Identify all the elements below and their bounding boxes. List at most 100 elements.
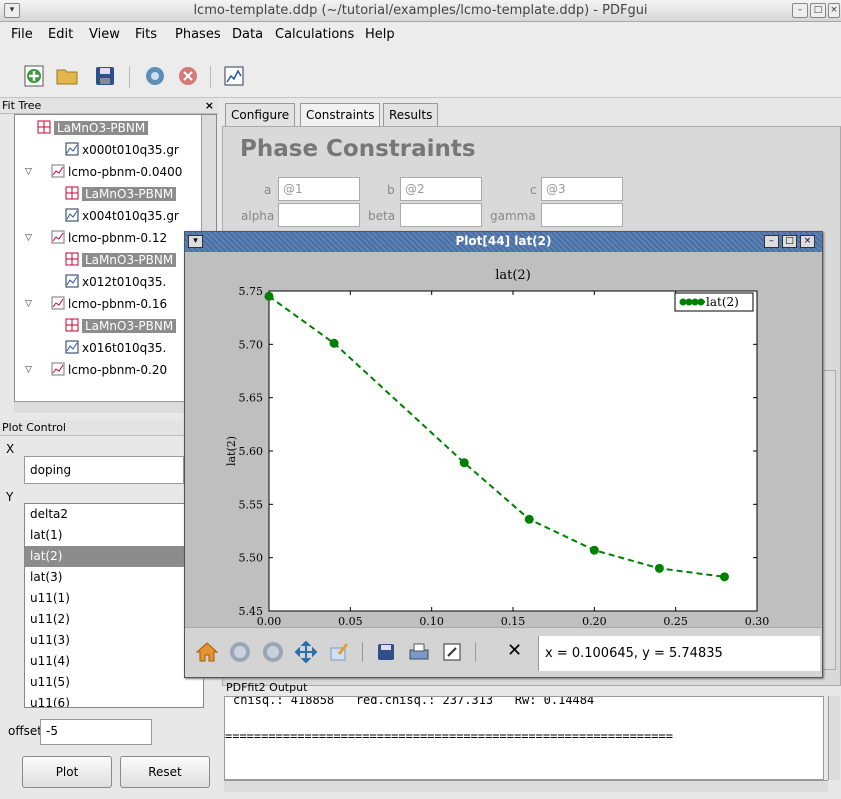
menu-file[interactable]: File [11, 27, 33, 42]
print-icon[interactable] [407, 640, 431, 664]
page-title: Phase Constraints [240, 136, 476, 162]
export-icon[interactable] [440, 640, 464, 664]
fit-tree-title: Fit Tree × [0, 98, 218, 114]
output-vertical-scrollbar[interactable] [828, 696, 840, 780]
fit-icon [51, 164, 65, 178]
window-title: lcmo-template.ddp (~/tutorial/examples/l… [193, 3, 648, 18]
list-item[interactable]: delta2 [25, 504, 203, 525]
x-axis-label: X [6, 442, 15, 456]
y-tick-label: 5.60 [239, 445, 264, 458]
legend-marker [691, 298, 699, 306]
lat2-chart[interactable]: lat(2)0.00 0.05 0.10 0.15 0.20 0.25 0.305.455.… [185, 252, 822, 627]
menu-data[interactable]: Data [232, 27, 263, 42]
y-tick-label: 5.70 [239, 338, 264, 351]
list-item[interactable]: u11(4) [25, 651, 203, 672]
tree-row-fit[interactable]: lcmo-pbnm-0.0400 [51, 161, 182, 183]
expand-triangle-icon[interactable]: ▽ [25, 299, 32, 309]
close-button[interactable]: × [828, 3, 840, 18]
tree-row-data[interactable]: x004t010q35.gr [65, 205, 179, 227]
constraint-input-b[interactable]: @2 [400, 177, 482, 201]
phase-icon [65, 252, 79, 266]
tree-row-fit[interactable]: lcmo-pbnm-0.20 [51, 359, 167, 381]
output-horizontal-scrollbar[interactable] [224, 780, 828, 792]
menu-view[interactable]: View [89, 27, 120, 42]
output-pane: PDFfit2 Output chisq.: 418858 red.chisq.… [222, 680, 841, 799]
plot-close-button[interactable]: × [800, 235, 815, 248]
list-item[interactable]: u11(1) [25, 588, 203, 609]
home-icon[interactable] [195, 640, 219, 664]
expand-triangle-icon[interactable]: ▽ [25, 365, 32, 375]
tab-configure[interactable]: Configure [225, 103, 296, 127]
phase-icon [37, 120, 51, 134]
x-axis-select[interactable]: doping [24, 456, 184, 484]
tree-row-phase[interactable]: LaMnO3-PBNM [65, 183, 177, 205]
toolbar-separator [210, 66, 211, 88]
list-item[interactable]: lat(1) [25, 525, 203, 546]
menu-edit[interactable]: Edit [48, 27, 73, 42]
tree-row-data[interactable]: x012t010q35. [65, 271, 166, 293]
reset-button[interactable]: Reset [120, 756, 210, 788]
list-item[interactable]: lat(3) [25, 567, 203, 588]
constraint-input-gamma[interactable] [541, 203, 623, 227]
tree-row-fit[interactable]: lcmo-pbnm-0.12 [51, 227, 167, 249]
menu-help[interactable]: Help [365, 27, 395, 42]
expand-triangle-icon[interactable]: ▽ [25, 233, 32, 243]
plot-minimize-button[interactable]: – [764, 235, 779, 248]
constraint-input-alpha[interactable] [278, 203, 360, 227]
tree-row-phase[interactable]: LaMnO3-PBNM [37, 117, 149, 139]
list-item[interactable]: u11(3) [25, 630, 203, 651]
x-tick-label: 0.20 [582, 615, 607, 627]
data-point [459, 458, 469, 468]
tree-horizontal-scrollbar[interactable] [14, 401, 189, 413]
tree-row-phase[interactable]: LaMnO3-PBNM [65, 315, 177, 337]
dataset-icon [65, 274, 79, 288]
toolbar-separator [475, 642, 476, 662]
plot-icon[interactable] [222, 64, 246, 88]
tree-row-data[interactable]: x000t010q35.gr [65, 139, 179, 161]
tree-row-fit[interactable]: lcmo-pbnm-0.16 [51, 293, 167, 315]
save-icon[interactable] [93, 64, 117, 88]
list-item[interactable]: u11(5) [25, 672, 203, 693]
constraint-input-a[interactable]: @1 [278, 177, 360, 201]
fit-tree-close-icon[interactable]: × [205, 98, 214, 113]
new-fit-icon[interactable] [22, 64, 46, 88]
constraint-input-beta[interactable] [400, 203, 482, 227]
tab-constraints[interactable]: Constraints [300, 103, 381, 127]
x-tick-label: 0.25 [663, 615, 688, 627]
legend-marker [697, 298, 705, 306]
constraint-label-alpha: alpha [241, 209, 275, 223]
minimize-button[interactable]: – [792, 3, 808, 18]
list-item[interactable]: u11(2) [25, 609, 203, 630]
list-item-selected[interactable]: lat(2) [25, 546, 203, 567]
forward-icon[interactable] [261, 640, 285, 664]
constraint-label-a: a [264, 183, 272, 197]
menu-phases[interactable]: Phases [175, 27, 221, 42]
x-tick-label: 0.15 [501, 615, 526, 627]
menu-fits[interactable]: Fits [135, 27, 157, 42]
plot-maximize-button[interactable]: □ [782, 235, 797, 248]
maximize-button[interactable]: □ [810, 3, 826, 18]
run-icon[interactable] [143, 64, 167, 88]
tree-row-data[interactable]: x016t010q35. [65, 337, 166, 359]
offset-input[interactable]: -5 [40, 719, 152, 745]
fit-icon [51, 362, 65, 376]
constraint-input-c[interactable]: @3 [541, 177, 623, 201]
plot-toolbar: ✕ x = 0.100645, y = 5.74835 [185, 627, 822, 677]
x-tick-label: 0.05 [338, 615, 363, 627]
back-icon[interactable] [228, 640, 252, 664]
open-folder-icon[interactable] [55, 64, 79, 88]
chart-title: lat(2) [495, 268, 531, 283]
plot-button[interactable]: Plot [22, 756, 112, 788]
menu-calculations[interactable]: Calculations [275, 27, 354, 42]
edit-icon[interactable] [327, 640, 351, 664]
tab-results[interactable]: Results [383, 103, 439, 127]
tree-row-phase[interactable]: LaMnO3-PBNM [65, 249, 177, 271]
y-axis-list[interactable]: delta2 lat(1) lat(2) lat(3) u11(1) u11(2… [24, 503, 204, 708]
stop-icon[interactable] [176, 64, 200, 88]
expand-triangle-icon[interactable]: ▽ [25, 167, 32, 177]
constraints-scrollbar[interactable] [822, 370, 836, 670]
pan-icon[interactable] [294, 640, 318, 664]
save-icon[interactable] [374, 640, 398, 664]
close-icon[interactable]: ✕ [507, 640, 522, 661]
list-item[interactable]: u11(6) [25, 693, 203, 707]
